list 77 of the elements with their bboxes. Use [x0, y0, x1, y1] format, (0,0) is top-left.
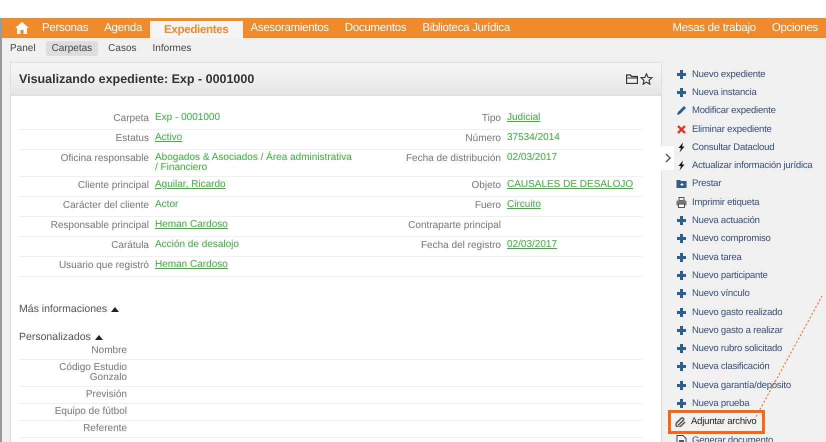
- action-link[interactable]: Nueva garantía/depósito: [676, 376, 791, 394]
- field-label: Carpeta: [112, 113, 149, 124]
- home-icon: [14, 21, 30, 35]
- plus-icon: [676, 306, 687, 318]
- action-link[interactable]: Nuevo compromiso: [676, 230, 771, 248]
- field-value: Exp - 0001000: [155, 113, 222, 123]
- section-toggle[interactable]: Personalizados: [19, 331, 91, 343]
- plus-icon: [676, 398, 687, 409]
- field-label: Oficina responsable: [60, 153, 149, 164]
- field-label: Fuero: [474, 200, 501, 211]
- field-label: Objeto: [470, 180, 501, 191]
- plus-icon: [676, 68, 687, 80]
- close-icon: [676, 124, 687, 135]
- field-label: Referente: [82, 424, 127, 434]
- action-link[interactable]: Actualizar información jurídica: [676, 156, 813, 175]
- plus-icon: [676, 288, 687, 300]
- action-link[interactable]: Nueva clasificación: [676, 358, 770, 376]
- section-toggle[interactable]: Más informaciones: [19, 303, 108, 315]
- field-label: Estatus: [114, 133, 149, 144]
- card-title: Visualizando expediente: Exp - 0001000: [19, 72, 256, 86]
- subnav-tab[interactable]: Panel: [4, 40, 42, 56]
- field-label: Responsable principal: [50, 220, 149, 231]
- subnav-tab[interactable]: Informes: [146, 40, 198, 56]
- field-label: Equipo de fútbol: [54, 407, 127, 417]
- lightning-icon: [676, 142, 687, 153]
- field-label: Código Estudio Gonzalo: [58, 363, 127, 383]
- plus-icon: [676, 380, 687, 391]
- plus-icon: [676, 324, 687, 336]
- subnav-tab[interactable]: Carpetas: [46, 40, 98, 56]
- field-label: Nombre: [90, 346, 127, 356]
- action-link[interactable]: Nueva actuación: [676, 211, 760, 230]
- action-link[interactable]: Prestar: [676, 174, 722, 194]
- subnav-tab[interactable]: Casos: [102, 40, 143, 56]
- action-link[interactable]: Nueva tarea: [676, 248, 742, 266]
- action-link[interactable]: Imprimir etiqueta: [676, 193, 760, 212]
- plus-icon: [676, 233, 687, 244]
- field-value: Actor: [155, 200, 180, 210]
- printer-icon: [676, 196, 687, 208]
- field-label: Fecha de distribución: [404, 153, 501, 164]
- field-label: Carátula: [110, 240, 149, 251]
- plus-icon: [676, 343, 687, 354]
- field-label: Usuario que registró: [58, 260, 149, 271]
- folder-icon: [676, 178, 687, 190]
- action-link[interactable]: Nuevo gasto realizado: [676, 302, 782, 322]
- field-label: Tipo: [480, 113, 501, 124]
- action-link[interactable]: Nuevo participante: [676, 266, 768, 285]
- action-link[interactable]: Nueva instancia: [676, 83, 757, 102]
- plus-icon: [676, 270, 687, 281]
- paperclip-icon: [675, 416, 686, 428]
- field-value: 37534/2014: [507, 133, 561, 143]
- plus-icon: [676, 215, 687, 226]
- chevron-right-icon: [664, 153, 670, 163]
- field-label: Cliente principal: [76, 180, 149, 191]
- action-link[interactable]: Nuevo expediente: [676, 65, 766, 84]
- action-link[interactable]: Adjuntar archivo: [671, 412, 762, 431]
- action-link[interactable]: Nuevo vínculo: [676, 284, 750, 303]
- folder-icon[interactable]: [626, 74, 638, 84]
- action-link[interactable]: Eliminar expediente: [676, 120, 772, 138]
- action-link[interactable]: Consultar Datacloud: [676, 138, 774, 156]
- field-label: Fecha del registro: [420, 240, 501, 251]
- collapse-button[interactable]: [661, 145, 675, 171]
- field-label: Previsión: [84, 390, 127, 400]
- field-value: Abogados & Asociados / Área administrativa / Financiero: [155, 153, 353, 173]
- field-label: Número: [464, 133, 501, 144]
- plus-icon: [676, 361, 687, 372]
- plus-icon: [676, 86, 687, 98]
- action-link[interactable]: Modificar expediente: [676, 102, 776, 120]
- field-label: Carácter del cliente: [62, 200, 149, 211]
- field-value: Acción de desalojo: [155, 240, 240, 250]
- action-link[interactable]: Nueva prueba: [676, 394, 750, 413]
- action-link[interactable]: Nuevo rubro solicitado: [676, 339, 782, 358]
- action-link[interactable]: Nuevo gasto a realizar: [676, 321, 783, 340]
- field-label: Contraparte principal: [407, 220, 501, 231]
- pencil-icon: [676, 105, 687, 116]
- plus-icon: [676, 252, 687, 263]
- field-value: 02/03/2017: [507, 153, 558, 163]
- star-icon[interactable]: [640, 73, 653, 85]
